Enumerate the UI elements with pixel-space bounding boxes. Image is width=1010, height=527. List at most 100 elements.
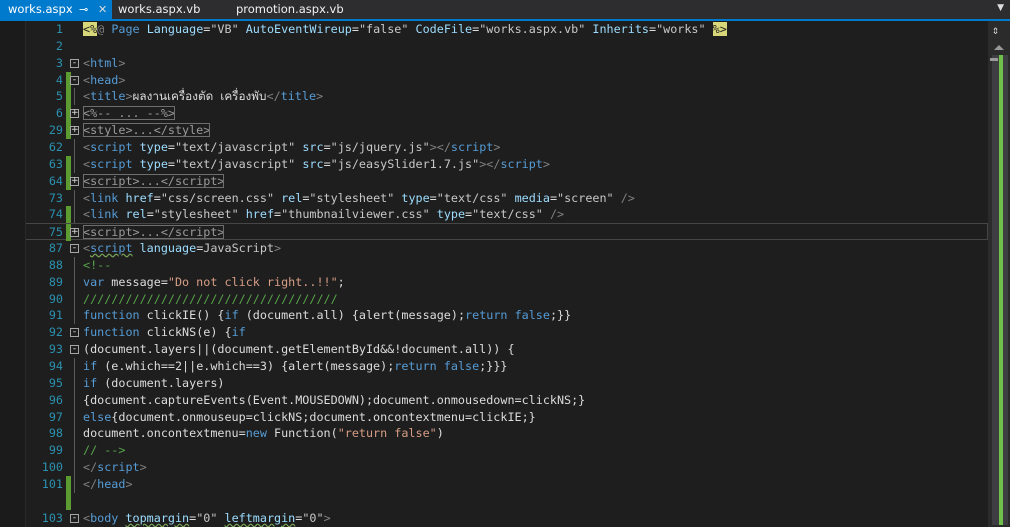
expand-icon[interactable]: +	[70, 109, 79, 119]
token: =	[167, 139, 175, 154]
token: JavaScript	[203, 241, 275, 256]
code-line[interactable]: 2	[26, 38, 988, 55]
split-icon[interactable]: ⇕	[992, 23, 999, 37]
line-number: 93	[48, 342, 63, 357]
close-icon[interactable]: ✕	[98, 0, 107, 19]
code-line[interactable]: 99 // -->	[26, 442, 988, 460]
code-line[interactable]: 94 if (e.which==2||e.which==3) {alert(mes…	[26, 358, 988, 375]
collapsed-region[interactable]: <script>...</script>	[83, 173, 225, 188]
token: script	[450, 139, 494, 154]
code-line[interactable]: 5 <title>ผลงานเครื่องตัด เครื่องพับ</titl…	[26, 88, 988, 106]
line-number: 62	[48, 139, 63, 154]
token: =	[323, 156, 331, 171]
code-line[interactable]: 62 <script type="text/javascript" src="js…	[26, 138, 988, 156]
token: script	[97, 460, 140, 475]
tab-promotion-aspx-vb[interactable]: promotion.aspx.vb	[228, 0, 344, 19]
expand-icon[interactable]: +	[70, 176, 79, 186]
code-line[interactable]: 63 <script type="text/javascript" src="js…	[26, 155, 988, 173]
expand-icon[interactable]: +	[70, 228, 79, 238]
code-line[interactable]: 97 else{document.onmouseup=clickNS;docume…	[26, 408, 988, 426]
code-line[interactable]: 92- function clickNS(e) {if	[26, 324, 988, 341]
code-text: ////////////////////////////////////	[83, 291, 338, 308]
code-line[interactable]: 100 </script>	[26, 459, 988, 477]
code-text: <%@ Page Language="VB" AutoEventWireup="…	[83, 21, 727, 38]
outline-guide	[74, 391, 75, 409]
change-bar	[66, 88, 71, 106]
code-line[interactable]: 3- <html>	[26, 55, 988, 72]
code-text: function clickIE() {if (document.all) {a…	[83, 307, 571, 324]
code-line[interactable]: 64 + <script>...</script>	[26, 172, 988, 190]
collapse-icon[interactable]: -	[70, 75, 79, 85]
token: document.oncontextmenu=	[83, 426, 246, 441]
code-line[interactable]	[26, 492, 988, 510]
token: clickIE() {	[146, 308, 225, 323]
code-line[interactable]: 88 <!--	[26, 256, 988, 274]
line-number: 92	[48, 325, 63, 340]
tab-bar: works.aspx ⊸ ✕ works.aspx.vb promotion.a…	[0, 0, 1010, 21]
chevron-down-icon[interactable]: ▼	[997, 3, 1004, 13]
tab-works-aspx-vb[interactable]: works.aspx.vb	[110, 0, 200, 19]
token: rel	[125, 207, 147, 222]
code-text: if (document.layers)	[83, 375, 225, 392]
code-line[interactable]: 93- (document.layers||(document.getElemen…	[26, 341, 988, 358]
token: if	[83, 359, 105, 373]
collapsed-region[interactable]: <%-- ... --%>	[83, 106, 175, 121]
token: head	[90, 72, 119, 87]
collapse-icon[interactable]: -	[70, 244, 79, 254]
code-line[interactable]: 1 <%@ Page Language="VB" AutoEventWireup=…	[26, 21, 988, 38]
code-editor[interactable]: 1 <%@ Page Language="VB" AutoEventWireup=…	[26, 21, 988, 527]
code-text: <style>...</style>	[83, 122, 211, 139]
scroll-up-icon[interactable]	[994, 45, 1004, 50]
code-text: if (e.which==2||e.which==3) {alert(messa…	[83, 358, 507, 375]
code-line[interactable]: 74 <link rel="stylesheet" href="thumbnail…	[26, 206, 988, 224]
collapse-icon[interactable]: -	[70, 513, 79, 523]
token: />	[620, 190, 635, 205]
line-number: 87	[48, 241, 63, 256]
code-line[interactable]: 73 <link href="css/screen.css" rel="style…	[26, 189, 988, 207]
outline-guide	[74, 273, 75, 291]
code-line[interactable]: 103- <body topmargin="0" leftmargin="0">	[26, 510, 988, 527]
expand-icon[interactable]: +	[70, 126, 79, 136]
line-number: 98	[48, 426, 63, 441]
code-text: <script type="text/javascript" src="js/e…	[83, 156, 550, 173]
token: ////////////////////////////////////	[83, 291, 338, 306]
line-number: 29	[48, 123, 63, 138]
token: ;	[337, 274, 345, 289]
code-line[interactable]: 4- <head>	[26, 71, 988, 89]
code-line[interactable]: 89 var message="Do not click right..!!";	[26, 273, 988, 291]
vertical-scrollbar[interactable]: ⇕	[988, 21, 1010, 527]
code-line[interactable]: 98 document.oncontextmenu=new Function("r…	[26, 425, 988, 443]
code-line[interactable]: 101 </head>	[26, 475, 988, 493]
change-bar	[66, 155, 71, 173]
token: />	[549, 207, 565, 222]
token: return false	[394, 359, 480, 373]
collapse-icon[interactable]: -	[70, 328, 79, 338]
code-line[interactable]: 29 + <style>...</style>	[26, 122, 988, 140]
tab-works-aspx[interactable]: works.aspx ⊸ ✕	[0, 0, 112, 19]
code-line[interactable]: 75 + <script>...</script>	[26, 223, 988, 242]
token: leftmargin	[224, 510, 296, 525]
collapse-icon[interactable]: -	[70, 58, 79, 68]
outline-guide	[74, 307, 75, 325]
token: script	[500, 156, 543, 171]
code-line[interactable]: 87- <script language=JavaScript>	[26, 240, 988, 257]
token: (document.layers)	[104, 375, 225, 390]
outline-guide	[74, 358, 75, 375]
token: title	[280, 89, 317, 104]
code-line[interactable]: 91 function clickIE() {if (document.all) …	[26, 307, 988, 325]
collapsed-region[interactable]: <script>...</script>	[83, 225, 225, 240]
scroll-thumb[interactable]	[990, 58, 998, 61]
token: "0"	[196, 510, 225, 525]
token: =	[323, 139, 331, 154]
code-line[interactable]: 96 {document.captureEvents(Event.MOUSEDOW…	[26, 391, 988, 409]
token: =	[153, 190, 161, 205]
outline-guide	[74, 459, 75, 477]
code-line[interactable]: 90 ////////////////////////////////////	[26, 290, 988, 308]
collapse-icon[interactable]: -	[70, 345, 79, 355]
token: "thumbnailviewer.css"	[281, 207, 437, 222]
collapsed-region[interactable]: <style>...</style>	[83, 123, 211, 138]
code-line[interactable]: 95 if (document.layers)	[26, 374, 988, 392]
token: Page	[111, 22, 147, 36]
code-line[interactable]: 6 + <%-- ... --%>	[26, 105, 988, 123]
pin-icon[interactable]: ⊸	[79, 0, 88, 19]
